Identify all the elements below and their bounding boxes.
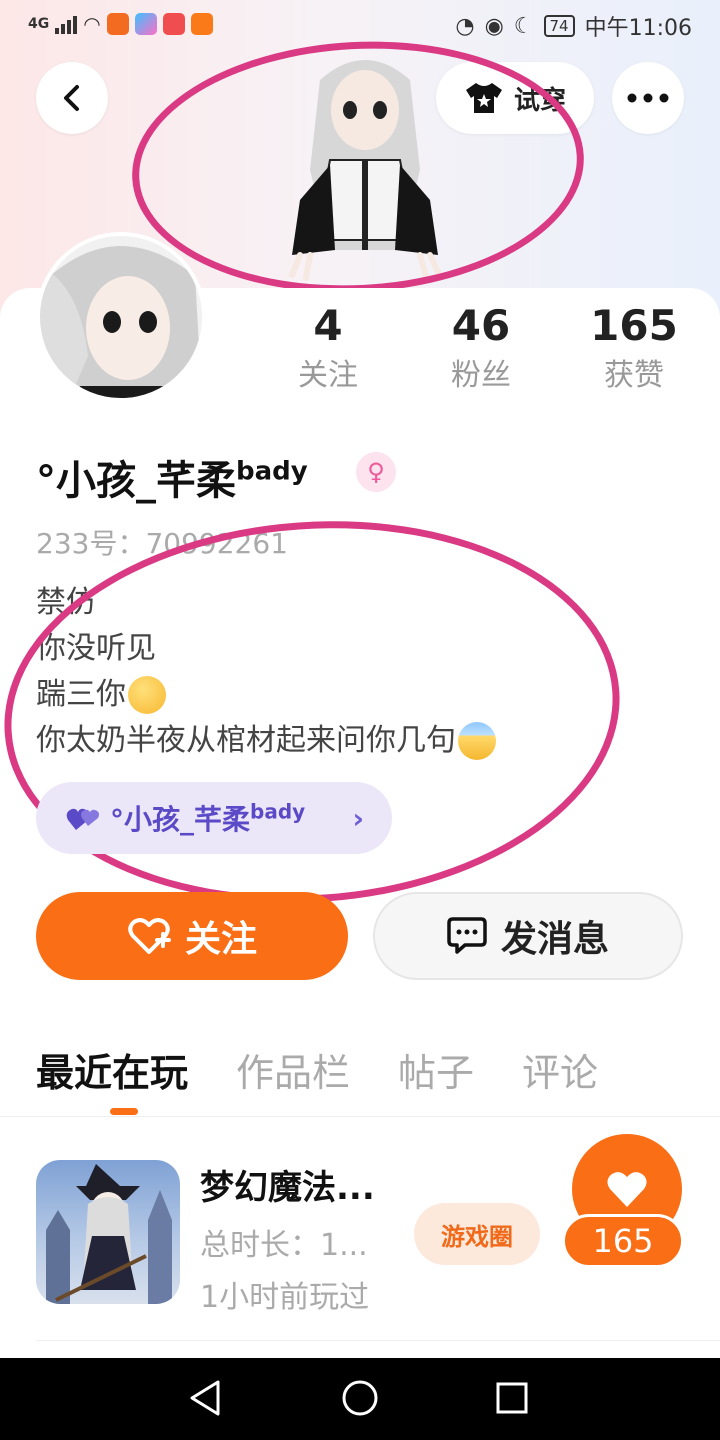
cp-name: °小孩_芊柔bady: [110, 798, 305, 838]
game-circle-button[interactable]: 游戏圈: [414, 1203, 540, 1265]
app-notification-icon: [190, 13, 213, 35]
hearts-icon: [66, 808, 99, 830]
app-notification-icon: [162, 13, 185, 35]
chevron-right-icon: ›: [352, 801, 364, 835]
home-circle-icon[interactable]: [340, 1378, 380, 1418]
chevron-left-icon: [64, 85, 79, 111]
follow-button[interactable]: 关注: [36, 892, 348, 980]
cp-name-text: °小孩_芊柔: [110, 803, 251, 836]
username-suffix: bady: [236, 456, 308, 487]
followers-count: 46: [451, 301, 511, 350]
heart-icon: [607, 1172, 647, 1207]
game-art: [46, 1164, 172, 1304]
send-message-button[interactable]: 发消息: [373, 892, 683, 980]
message-label: 发消息: [500, 919, 609, 960]
tab-posts[interactable]: 帖子: [398, 1042, 474, 1097]
heart-plus-icon: [128, 918, 171, 954]
like-count: 165: [562, 1214, 684, 1268]
game-total-duration: 总时长：1...: [200, 1228, 368, 1263]
username-text: °小孩_芊柔: [36, 458, 236, 504]
tab-works[interactable]: 作品栏: [236, 1042, 350, 1097]
eye-icon: ◉: [484, 13, 504, 39]
game-thumbnail[interactable]: [36, 1160, 180, 1304]
tab-comments[interactable]: 评论: [522, 1042, 598, 1097]
stat-followers[interactable]: 46 粉丝: [421, 300, 541, 396]
moon-icon: ☾: [513, 13, 534, 39]
cp-name-suffix: bady: [250, 799, 306, 824]
following-count: 4: [313, 301, 343, 350]
game-title[interactable]: 梦幻魔法...: [200, 1160, 375, 1209]
likes-label: 获赞: [604, 358, 664, 393]
recents-square-icon[interactable]: [492, 1378, 532, 1418]
stat-likes[interactable]: 165 获赞: [574, 300, 694, 396]
following-label: 关注: [298, 358, 358, 393]
back-triangle-icon[interactable]: [186, 1378, 226, 1418]
username: °小孩_芊柔bady: [36, 448, 308, 506]
follow-label: 关注: [184, 919, 257, 960]
divider: [0, 1116, 720, 1117]
gender-female-icon: ♀: [356, 452, 396, 492]
more-options-button[interactable]: [612, 62, 684, 134]
followers-label: 粉丝: [451, 358, 511, 393]
nfc-icon: ◔: [455, 13, 475, 39]
battery-indicator: 74: [543, 15, 575, 37]
game-last-played: 1小时前玩过: [200, 1280, 370, 1315]
signal-icon: [55, 14, 78, 34]
tab-recently-played[interactable]: 最近在玩: [36, 1042, 188, 1097]
more-icon: [627, 93, 669, 103]
chat-bubble-icon: [447, 917, 487, 954]
cp-relationship-chip[interactable]: °小孩_芊柔bady ›: [36, 782, 392, 854]
clock: 中午11:06: [584, 16, 692, 41]
stat-following[interactable]: 4 关注: [268, 300, 388, 396]
app-notification-icon: [134, 13, 157, 35]
likes-count: 165: [590, 301, 678, 350]
avatar[interactable]: [36, 232, 206, 402]
avatar-portrait: [40, 236, 202, 398]
profile-tabs: 最近在玩 作品栏 帖子 评论: [36, 1042, 598, 1097]
app-notification-icon: [106, 13, 129, 35]
back-button[interactable]: [36, 62, 108, 134]
system-navigation-bar: [0, 1358, 720, 1440]
network-type: 4G: [28, 16, 50, 32]
wifi-icon: ◠: [83, 12, 101, 36]
active-tab-indicator: [110, 1108, 138, 1115]
divider: [36, 1340, 720, 1341]
